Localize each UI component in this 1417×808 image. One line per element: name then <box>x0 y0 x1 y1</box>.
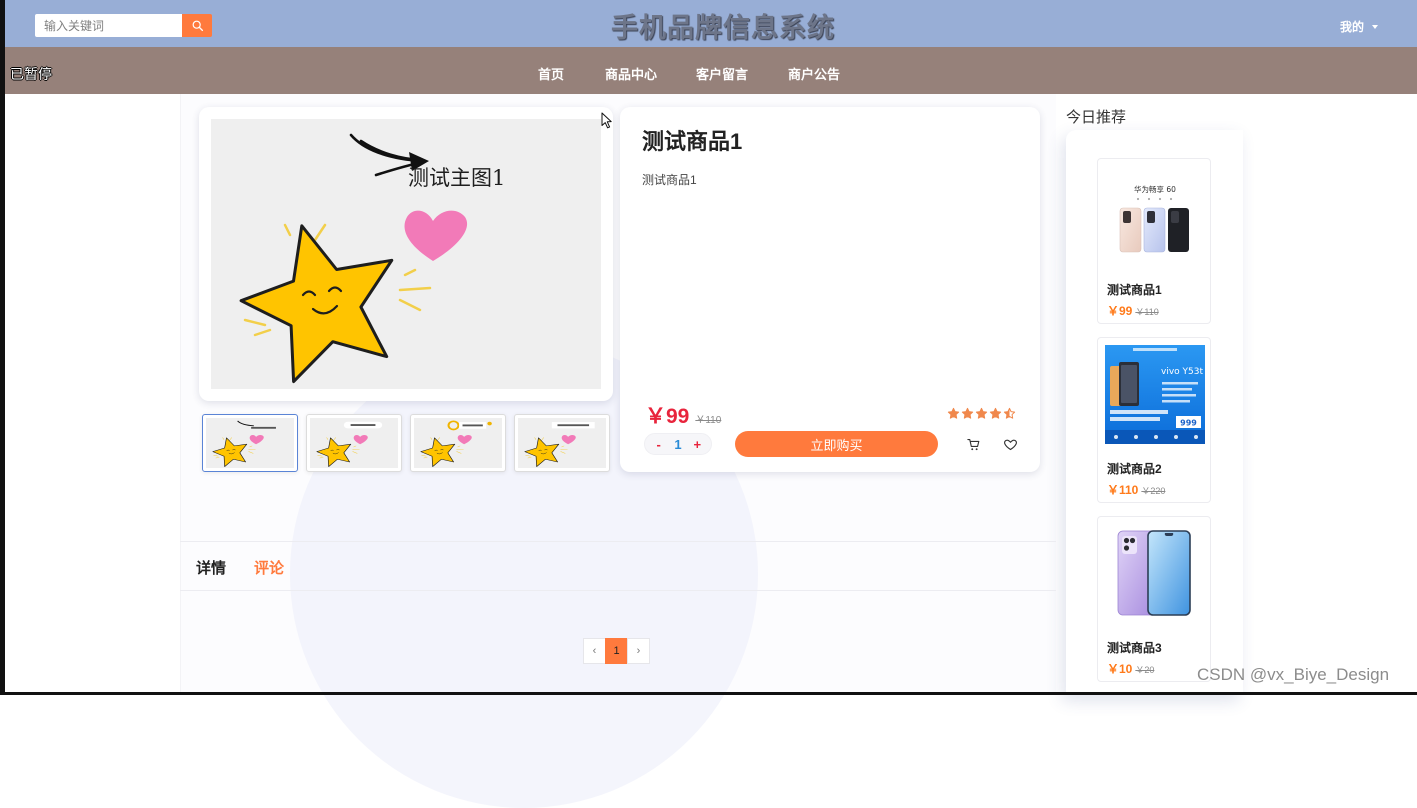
recommend-price: ￥10 <box>1107 662 1133 676</box>
buy-now-button[interactable]: 立即购买 <box>735 431 938 457</box>
thumbnail-1[interactable] <box>202 414 298 472</box>
heart-icon <box>1004 439 1017 451</box>
user-menu-label: 我的 <box>1340 20 1365 34</box>
watermark: CSDN @vx_Biye_Design <box>1197 665 1390 684</box>
thumbnail-3[interactable] <box>410 414 506 472</box>
nav-item-home[interactable]: 首页 <box>538 64 564 83</box>
recommend-price: ￥110 <box>1107 483 1139 497</box>
tabs-top-divider <box>180 541 1056 542</box>
recommend-product-image <box>1117 530 1191 616</box>
recommend-original-price: ￥20 <box>1135 665 1155 675</box>
recommend-card[interactable]: 测试商品3 ￥10 ￥20 <box>1097 516 1211 682</box>
star-icon <box>975 407 988 419</box>
recommend-card[interactable]: 华为畅享 60 测试商品1 ￥99 ￥110 <box>1097 158 1211 324</box>
recommend-original-price: ￥110 <box>1135 307 1159 317</box>
favorite-button[interactable] <box>1003 437 1019 453</box>
quantity-decrease-button[interactable]: - <box>651 437 667 452</box>
recommend-product-image: 华为畅享 60 <box>1119 184 1189 253</box>
thumbnail-4[interactable] <box>514 414 610 472</box>
thumbnail-image <box>206 418 294 468</box>
top-header: 手机品牌信息系统 我的 <box>0 0 1417 47</box>
quantity-value[interactable]: 1 <box>670 437 686 452</box>
product-main-image: 测试主图1 <box>211 119 601 389</box>
thumbnail-image <box>310 418 398 468</box>
product-price: ￥99 <box>645 405 690 428</box>
recommend-title: 今日推荐 <box>1066 109 1127 126</box>
pagination: ‹ 1 › <box>583 638 650 664</box>
nav-item-announcements[interactable]: 商户公告 <box>788 64 840 83</box>
product-title: 测试商品1 <box>642 129 743 154</box>
recommend-panel: 华为畅享 60 测试商品1 ￥99 ￥110 vivo Y53t 999 测试商… <box>1066 130 1243 695</box>
product-info-card: 测试商品1 测试商品1 ￥99 ￥110 - 1 + 立即购买 <box>620 107 1040 472</box>
recommend-name: 测试商品2 <box>1107 462 1162 476</box>
thumbnail-image <box>414 418 502 468</box>
image-badge: 999 <box>1180 419 1197 428</box>
price-row: ￥99 ￥110 <box>645 400 721 430</box>
quantity-increase-button[interactable]: + <box>689 437 705 452</box>
thumbnail-image <box>518 418 606 468</box>
product-image-card: 测试主图1 <box>199 107 613 401</box>
tab-details[interactable]: 详情 <box>196 557 226 578</box>
quantity-stepper: - 1 + <box>644 433 712 455</box>
recommend-price-row: ￥10 ￥20 <box>1107 660 1154 677</box>
product-description: 测试商品1 <box>642 173 697 187</box>
main-nav: 已暂停 首页 商品中心 客户留言 商户公告 <box>0 47 1417 94</box>
image-caption: 测试主图1 <box>408 166 505 190</box>
cart-icon <box>967 438 980 451</box>
thumbnail-2[interactable] <box>306 414 402 472</box>
nav-item-messages[interactable]: 客户留言 <box>696 64 748 83</box>
product-rating <box>947 407 1016 420</box>
cursor-icon <box>601 112 612 129</box>
page-current-button[interactable]: 1 <box>605 638 628 664</box>
nav-item-products[interactable]: 商品中心 <box>605 64 657 83</box>
caret-down-icon <box>1372 24 1379 29</box>
add-to-cart-button[interactable] <box>966 437 982 453</box>
status-text: 已暂停 <box>10 66 52 82</box>
user-menu-dropdown[interactable]: 我的 <box>1340 18 1379 35</box>
page-next-button[interactable]: › <box>627 638 650 664</box>
tabs-bottom-divider <box>180 590 1056 591</box>
recommend-price-row: ￥110 ￥220 <box>1107 481 1165 498</box>
recommend-price: ￥99 <box>1107 304 1133 318</box>
star-icon <box>1003 407 1016 419</box>
recommend-price-row: ￥99 ￥110 <box>1107 302 1159 319</box>
page-prev-button[interactable]: ‹ <box>583 638 606 664</box>
tab-comments[interactable]: 评论 <box>254 557 284 578</box>
image-label: vivo Y53t <box>1161 367 1203 377</box>
star-icon <box>989 407 1002 419</box>
product-original-price: ￥110 <box>695 415 722 426</box>
recommend-original-price: ￥220 <box>1141 486 1166 496</box>
search-input[interactable] <box>35 14 182 37</box>
window-frame-left <box>0 0 5 695</box>
star-icon <box>947 407 960 419</box>
image-label: 华为畅享 60 <box>1134 184 1176 194</box>
recommend-name: 测试商品3 <box>1107 641 1162 655</box>
search-button[interactable] <box>182 14 212 37</box>
recommend-name: 测试商品1 <box>1107 283 1162 297</box>
star-icon <box>961 407 974 419</box>
recommend-card[interactable]: vivo Y53t 999 测试商品2 ￥110 ￥220 <box>1097 337 1211 503</box>
recommend-product-image: vivo Y53t 999 <box>1105 345 1205 444</box>
site-title: 手机品牌信息系统 <box>611 13 835 43</box>
search-icon <box>192 20 203 32</box>
